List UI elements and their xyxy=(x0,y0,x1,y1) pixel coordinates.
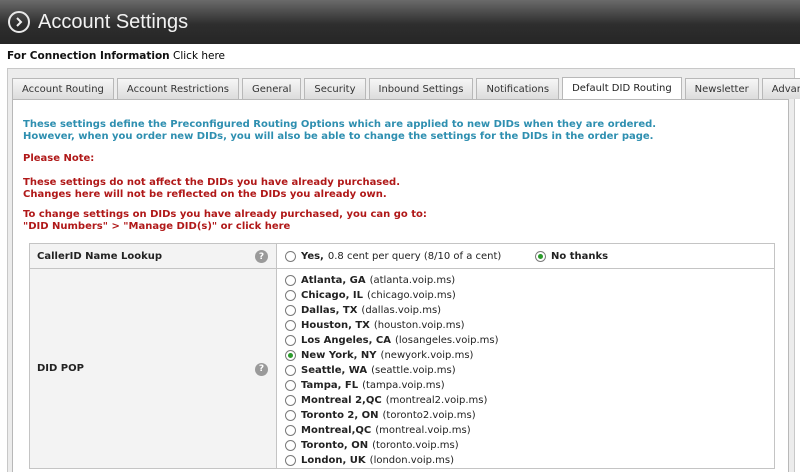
callerid-yes-price: 0.8 cent per query (8/10 of a cent) xyxy=(327,250,502,262)
did-pop-option[interactable]: Montreal,QC (montreal.voip.ms) xyxy=(285,423,774,438)
did-pop-city: Los Angeles, CA xyxy=(301,335,391,346)
radio-button[interactable] xyxy=(285,305,296,316)
callerid-label: CallerID Name Lookup xyxy=(37,250,162,262)
did-pop-option[interactable]: New York, NY (newyork.voip.ms) xyxy=(285,348,774,363)
radio-button[interactable] xyxy=(285,275,296,286)
info-line: These settings define the Preconfigured … xyxy=(23,119,657,130)
radio-button[interactable] xyxy=(285,365,296,376)
tab-bar: Account Routing Account Restrictions Gen… xyxy=(12,77,800,99)
help-icon[interactable]: ? xyxy=(255,250,268,263)
pop-list: Atlanta, GA (atlanta.voip.ms) Chicago, IL(… xyxy=(285,269,774,468)
tab-notifications[interactable]: Notifications xyxy=(476,78,560,99)
radio-button[interactable] xyxy=(285,380,296,391)
page-title: Account Settings xyxy=(38,10,189,33)
note-text: These settings do not affect the DIDs yo… xyxy=(23,177,400,201)
did-pop-label: DID POP xyxy=(37,363,84,374)
did-pop-city: Seattle, WA xyxy=(301,365,368,376)
radio-button[interactable] xyxy=(285,320,296,331)
did-pop-city: Dallas, TX xyxy=(301,305,358,316)
callerid-label-cell: CallerID Name Lookup ? xyxy=(29,243,277,269)
did-pop-city: Toronto 2, ON xyxy=(301,410,379,421)
radio-button[interactable] xyxy=(285,250,296,262)
did-pop-host: (seattle.voip.ms) xyxy=(371,365,456,376)
did-pop-host: (newyork.voip.ms) xyxy=(380,350,474,361)
did-pop-host: (toronto2.voip.ms) xyxy=(382,410,476,421)
did-pop-row: DID POP ? Atlanta, GA (atlanta.voip.ms) Ch… xyxy=(29,268,775,469)
did-pop-option[interactable]: Toronto, ON (toronto.voip.ms) xyxy=(285,438,774,453)
tab-content: These settings define the Preconfigured … xyxy=(12,99,789,472)
did-pop-host: (houston.voip.ms) xyxy=(373,320,465,331)
did-pop-option[interactable]: Dallas, TX (dallas.voip.ms) xyxy=(285,303,774,318)
radio-button[interactable] xyxy=(285,425,296,436)
did-pop-host: (montreal2.voip.ms) xyxy=(385,395,488,406)
tab-advanced[interactable]: Advanced xyxy=(761,78,800,99)
connection-link[interactable]: Click here xyxy=(173,50,225,62)
callerid-yes-label: Yes, xyxy=(301,250,324,262)
info-line: However, when you order new DIDs, you wi… xyxy=(23,131,654,142)
did-pop-host: (chicago.voip.ms) xyxy=(366,290,456,301)
did-pop-option[interactable]: Montreal 2,QC (montreal2.voip.ms) xyxy=(285,393,774,408)
page-header: Account Settings xyxy=(0,0,800,44)
radio-button[interactable] xyxy=(285,410,296,421)
note-line: To change settings on DIDs you have alre… xyxy=(23,209,427,220)
callerid-no-option[interactable]: No thanks xyxy=(535,249,612,264)
callerid-yes-option[interactable]: Yes, 0.8 cent per query (8/10 of a cent) xyxy=(285,249,535,264)
note-instructions: To change settings on DIDs you have alre… xyxy=(23,209,427,233)
callerid-options: Yes, 0.8 cent per query (8/10 of a cent)… xyxy=(276,243,775,269)
callerid-no-label: No thanks xyxy=(551,250,609,262)
did-pop-city: Houston, TX xyxy=(301,320,370,331)
did-pop-host: (losangeles.voip.ms) xyxy=(395,335,499,346)
did-pop-option[interactable]: Chicago, IL (chicago.voip.ms) xyxy=(285,288,774,303)
tab-general[interactable]: General xyxy=(242,78,302,99)
manage-did-link[interactable]: "DID Numbers" > "Manage DID(s)" or click… xyxy=(23,221,427,233)
did-pop-host: (montreal.voip.ms) xyxy=(375,425,471,436)
radio-button[interactable] xyxy=(285,395,296,406)
did-pop-city: London, UK xyxy=(301,455,366,466)
did-pop-host: (tampa.voip.ms) xyxy=(362,380,445,391)
did-pop-host: (atlanta.voip.ms) xyxy=(369,275,456,286)
settings-panel: Account Routing Account Restrictions Gen… xyxy=(7,68,800,472)
did-pop-city: Montreal 2,QC xyxy=(301,395,382,406)
note-title: Please Note: xyxy=(23,153,95,164)
help-icon[interactable]: ? xyxy=(255,362,268,376)
did-pop-host: (london.voip.ms) xyxy=(369,455,454,466)
did-pop-city: Montreal,QC xyxy=(301,425,372,436)
callerid-row: CallerID Name Lookup ? Yes, 0.8 cent per… xyxy=(29,243,775,269)
tab-security[interactable]: Security xyxy=(304,78,366,99)
tab-newsletter[interactable]: Newsletter xyxy=(684,78,759,99)
note-line: These settings do not affect the DIDs yo… xyxy=(23,177,401,188)
did-pop-host: (dallas.voip.ms) xyxy=(361,305,442,316)
tab-default-did-routing[interactable]: Default DID Routing xyxy=(562,77,682,99)
did-pop-option[interactable]: Houston, TX (houston.voip.ms) xyxy=(285,318,774,333)
did-pop-option[interactable]: Toronto 2, ON (toronto2.voip.ms) xyxy=(285,408,774,423)
did-pop-city: Chicago, IL xyxy=(301,290,363,301)
did-pop-option[interactable]: Atlanta, GA (atlanta.voip.ms) xyxy=(285,273,774,288)
radio-button[interactable] xyxy=(285,335,296,346)
did-pop-city: New York, NY xyxy=(301,350,377,361)
did-pop-option[interactable]: Tampa, FL (tampa.voip.ms) xyxy=(285,378,774,393)
did-pop-city: Tampa, FL xyxy=(301,380,359,391)
did-pop-option[interactable]: London, UK (london.voip.ms) xyxy=(285,453,774,468)
radio-button[interactable] xyxy=(285,290,296,301)
did-pop-options: Atlanta, GA (atlanta.voip.ms) Chicago, IL(… xyxy=(276,268,775,469)
radio-button[interactable] xyxy=(285,350,296,361)
did-pop-host: (toronto.voip.ms) xyxy=(372,440,459,451)
tab-account-routing[interactable]: Account Routing xyxy=(12,78,114,99)
did-pop-option[interactable]: Seattle, WA (seattle.voip.ms) xyxy=(285,363,774,378)
radio-button[interactable] xyxy=(285,440,296,451)
settings-table: CallerID Name Lookup ? Yes, 0.8 cent per… xyxy=(29,243,775,469)
radio-button[interactable] xyxy=(285,455,296,466)
did-pop-city: Toronto, ON xyxy=(301,440,369,451)
did-pop-option[interactable]: Los Angeles, CA (losangeles.voip.ms) xyxy=(285,333,774,348)
connection-label: For Connection Information xyxy=(7,50,170,62)
connection-info: For Connection Information Click here xyxy=(7,50,225,62)
chevron-right-icon xyxy=(8,11,30,33)
tab-inbound-settings[interactable]: Inbound Settings xyxy=(368,78,474,99)
radio-button[interactable] xyxy=(535,250,546,262)
note-line: Changes here will not be reflected on th… xyxy=(23,189,387,200)
tab-account-restrictions[interactable]: Account Restrictions xyxy=(116,78,239,99)
did-pop-city: Atlanta, GA xyxy=(301,275,366,286)
did-pop-label-cell: DID POP ? xyxy=(29,268,277,469)
info-text: These settings define the Preconfigured … xyxy=(23,119,656,143)
